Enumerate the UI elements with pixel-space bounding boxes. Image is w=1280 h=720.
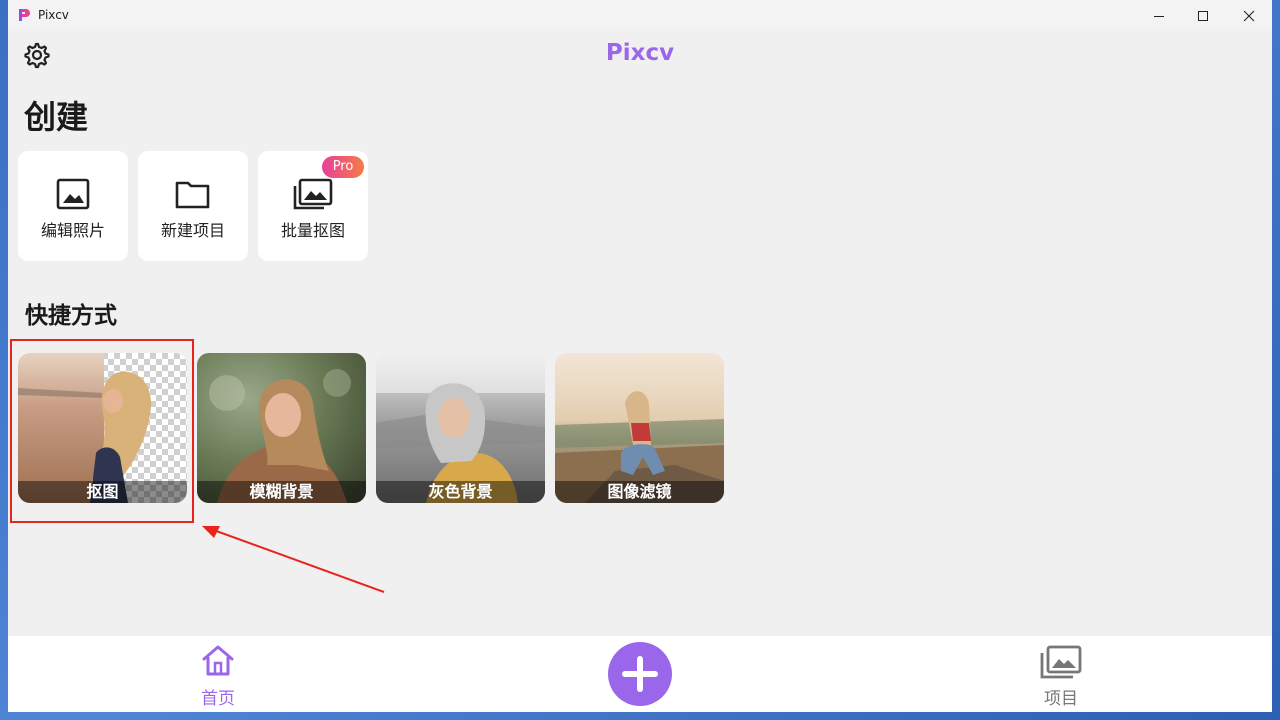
image-icon: [56, 178, 90, 210]
card-label: 批量抠图: [280, 221, 345, 240]
app-title: Pixcv: [605, 40, 675, 66]
nav-projects[interactable]: 项目: [1031, 644, 1091, 709]
maximize-icon: [1198, 10, 1208, 21]
folder-icon: [175, 181, 210, 209]
tile-label: 模糊背景: [197, 481, 366, 503]
nav-home-label: 首页: [201, 689, 235, 709]
close-button[interactable]: [1226, 0, 1272, 31]
minimize-button[interactable]: [1136, 0, 1182, 31]
card-label: 编辑照片: [40, 221, 105, 240]
plus-icon: [622, 656, 658, 692]
title-bar: Pixcv: [8, 0, 1272, 31]
tile-label: 灰色背景: [376, 481, 545, 503]
app-window: Pixcv Pixcv 创建 编辑照片 新建项目 批量抠图 Pro 快捷方式 抠…: [8, 0, 1272, 712]
app-logo-icon: [19, 9, 30, 21]
image-filter-shortcut[interactable]: 图像滤镜: [555, 353, 724, 503]
card-label: 新建项目: [160, 221, 225, 240]
new-project-card[interactable]: 新建项目: [138, 151, 248, 261]
images-stack-icon: [293, 178, 333, 210]
nav-home[interactable]: 首页: [188, 644, 248, 709]
edit-photo-card[interactable]: 编辑照片: [18, 151, 128, 261]
tile-label: 图像滤镜: [555, 481, 724, 503]
minimize-icon: [1154, 15, 1164, 17]
images-stack-icon: [1040, 645, 1082, 679]
blur-background-shortcut[interactable]: 模糊背景: [197, 353, 366, 503]
nav-projects-label: 项目: [1044, 689, 1078, 709]
pointer-arrow: [202, 526, 385, 593]
create-heading: 创建: [24, 98, 89, 136]
maximize-button[interactable]: [1180, 0, 1226, 31]
highlight-box: [10, 339, 194, 523]
batch-cutout-card[interactable]: 批量抠图 Pro: [258, 151, 368, 261]
add-button[interactable]: [608, 642, 672, 706]
gray-background-shortcut[interactable]: 灰色背景: [376, 353, 545, 503]
home-icon: [202, 645, 234, 676]
close-icon: [1243, 10, 1255, 21]
window-title: Pixcv: [38, 8, 69, 22]
pro-badge: Pro: [322, 156, 364, 178]
shortcuts-heading: 快捷方式: [25, 303, 117, 329]
